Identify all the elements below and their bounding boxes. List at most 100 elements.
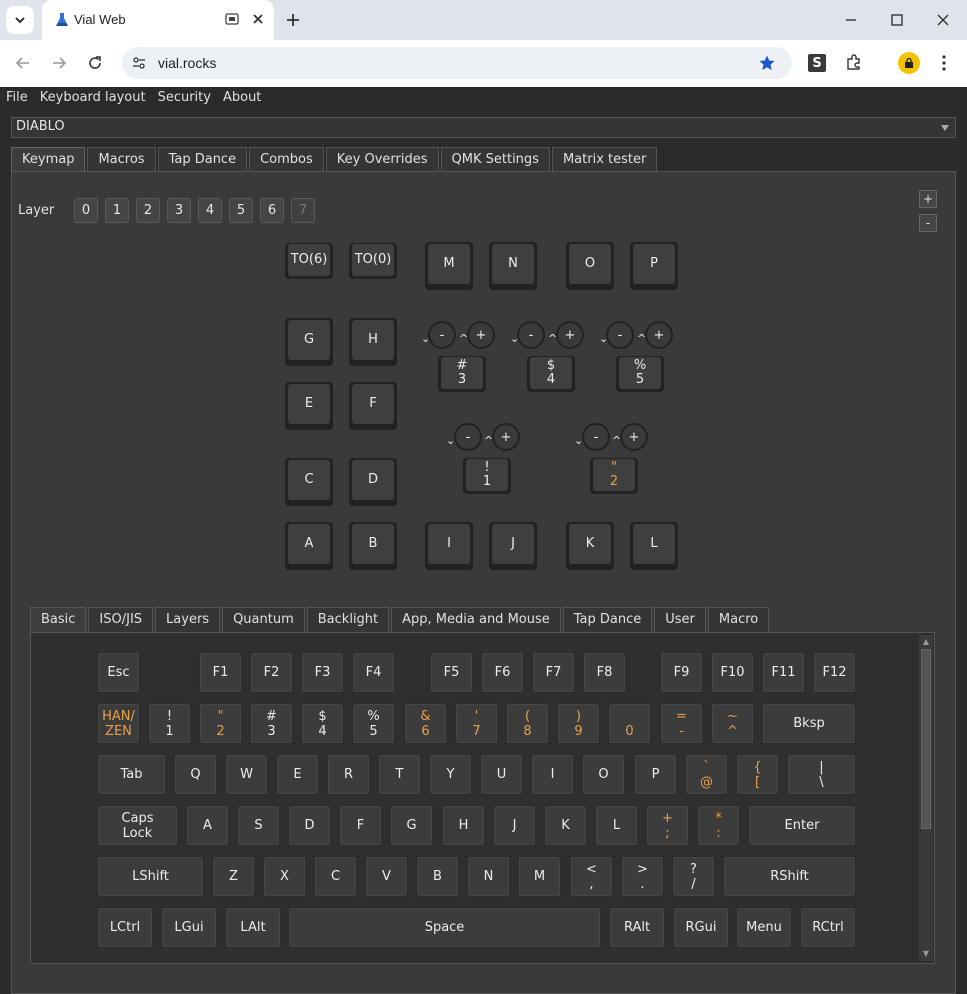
close-window-icon[interactable]: [934, 11, 952, 29]
kb-f6[interactable]: F6: [481, 652, 524, 693]
kb-right-shift[interactable]: RShift: [723, 856, 856, 897]
kb-right-alt[interactable]: RAlt: [609, 907, 665, 948]
browser-tab[interactable]: Vial Web: [42, 0, 274, 40]
device-select[interactable]: DIABLO: [11, 117, 956, 138]
kb-lbracket[interactable]: { [: [736, 754, 779, 795]
more-menu-icon[interactable]: [935, 54, 953, 72]
kb-backslash[interactable]: | \: [787, 754, 856, 795]
encoder-5-minus[interactable]: -: [606, 321, 634, 349]
new-tab-icon[interactable]: [284, 11, 302, 29]
kb-s[interactable]: S: [237, 805, 280, 846]
kb-o[interactable]: O: [582, 754, 625, 795]
tab-app-media-mouse[interactable]: App, Media and Mouse: [391, 607, 561, 632]
key-h[interactable]: H: [349, 318, 397, 366]
site-settings-icon[interactable]: [131, 55, 147, 71]
key-j[interactable]: J: [489, 522, 537, 570]
kb-period[interactable]: > .: [621, 856, 664, 897]
key-i[interactable]: I: [425, 522, 473, 570]
kb-left-ctrl[interactable]: LCtrl: [97, 907, 153, 948]
kb-7[interactable]: ' 7: [455, 703, 498, 744]
key-n[interactable]: N: [489, 242, 537, 290]
kb-4[interactable]: $ 4: [301, 703, 344, 744]
kb-6[interactable]: & 6: [404, 703, 447, 744]
menu-file[interactable]: File: [0, 87, 34, 109]
layer-button-4[interactable]: 4: [198, 198, 222, 223]
zoom-out-button[interactable]: -: [919, 214, 937, 232]
key-o[interactable]: O: [566, 242, 614, 290]
kb-space[interactable]: Space: [288, 907, 601, 948]
key-a[interactable]: A: [285, 522, 333, 570]
kb-f11[interactable]: F11: [762, 652, 805, 693]
kb-l[interactable]: L: [595, 805, 638, 846]
encoder-1-plus[interactable]: +: [492, 423, 520, 451]
kb-right-ctrl[interactable]: RCtrl: [800, 907, 856, 948]
kb-han-zen[interactable]: HAN/ ZEN: [97, 703, 140, 744]
kb-p[interactable]: P: [634, 754, 677, 795]
scroll-down-icon[interactable]: ▼: [921, 949, 931, 959]
tab-search-button[interactable]: [6, 6, 34, 34]
key-m[interactable]: M: [425, 242, 473, 290]
forward-icon[interactable]: [50, 54, 68, 72]
kb-enter[interactable]: Enter: [748, 805, 856, 846]
tab-user[interactable]: User: [654, 607, 706, 632]
encoder-2-plus[interactable]: +: [620, 423, 648, 451]
kb-f10[interactable]: F10: [711, 652, 754, 693]
key-k[interactable]: K: [566, 522, 614, 570]
kb-backspace[interactable]: Bksp: [762, 703, 856, 744]
key-to0[interactable]: TO(0): [349, 243, 397, 279]
kb-caps-lock[interactable]: Caps Lock: [97, 805, 178, 846]
kb-z[interactable]: Z: [212, 856, 255, 897]
key-f[interactable]: F: [349, 382, 397, 430]
layer-button-6[interactable]: 6: [260, 198, 284, 223]
tab-matrix-tester[interactable]: Matrix tester: [551, 147, 658, 172]
key-b[interactable]: B: [349, 522, 397, 570]
kb-5[interactable]: % 5: [352, 703, 395, 744]
kb-8[interactable]: ( 8: [506, 703, 549, 744]
kb-v[interactable]: V: [365, 856, 408, 897]
key-d[interactable]: D: [349, 458, 397, 506]
encoder-1-minus[interactable]: -: [454, 423, 482, 451]
layer-button-2[interactable]: 2: [136, 198, 160, 223]
reload-icon[interactable]: [86, 54, 104, 72]
kb-w[interactable]: W: [225, 754, 268, 795]
kb-f5[interactable]: F5: [430, 652, 473, 693]
kb-f2[interactable]: F2: [250, 652, 293, 693]
kb-left-alt[interactable]: LAlt: [225, 907, 281, 948]
key-to6[interactable]: TO(6): [285, 243, 333, 279]
menu-keyboard-layout[interactable]: Keyboard layout: [34, 87, 152, 109]
tab-keymap[interactable]: Keymap: [11, 147, 86, 173]
encoder-3-key[interactable]: #3: [438, 356, 486, 392]
kb-g[interactable]: G: [390, 805, 433, 846]
profile-avatar-icon[interactable]: [898, 52, 920, 74]
extensions-puzzle-icon[interactable]: [845, 53, 863, 71]
kb-f12[interactable]: F12: [813, 652, 856, 693]
kb-f[interactable]: F: [339, 805, 382, 846]
tab-macros[interactable]: Macros: [87, 147, 156, 172]
kb-f3[interactable]: F3: [301, 652, 344, 693]
scroll-thumb[interactable]: [921, 649, 931, 829]
zoom-in-button[interactable]: +: [919, 190, 937, 208]
maximize-icon[interactable]: [888, 11, 906, 29]
kb-tab[interactable]: Tab: [97, 754, 166, 795]
kb-colon[interactable]: * :: [697, 805, 740, 846]
kb-r[interactable]: R: [327, 754, 370, 795]
kb-n[interactable]: N: [467, 856, 510, 897]
tab-macro[interactable]: Macro: [707, 607, 770, 632]
encoder-4-key[interactable]: $4: [527, 356, 575, 392]
kb-f4[interactable]: F4: [352, 652, 395, 693]
tab-key-overrides[interactable]: Key Overrides: [325, 147, 439, 172]
encoder-4-plus[interactable]: +: [556, 321, 584, 349]
layer-button-3[interactable]: 3: [167, 198, 191, 223]
menu-about[interactable]: About: [217, 87, 267, 109]
kb-x[interactable]: X: [263, 856, 306, 897]
kb-i[interactable]: I: [531, 754, 574, 795]
kb-9[interactable]: ) 9: [557, 703, 600, 744]
encoder-5-plus[interactable]: +: [645, 321, 673, 349]
encoder-5-key[interactable]: % 5: [616, 356, 664, 392]
tab-backlight[interactable]: Backlight: [306, 607, 390, 632]
tab-tap-dance[interactable]: Tap Dance: [157, 147, 248, 172]
kb-k[interactable]: K: [544, 805, 587, 846]
kb-f9[interactable]: F9: [660, 652, 703, 693]
kb-a[interactable]: A: [186, 805, 229, 846]
encoder-2-minus[interactable]: -: [582, 423, 610, 451]
